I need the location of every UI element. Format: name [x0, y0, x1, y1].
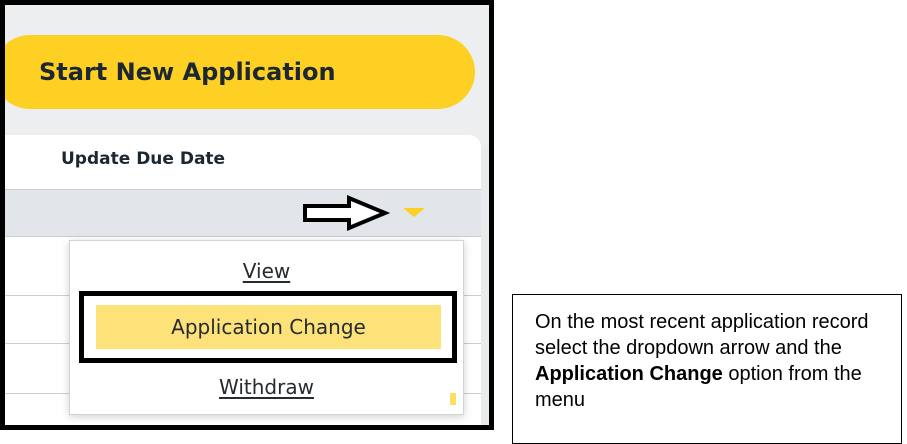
caret-down-icon[interactable]	[403, 208, 425, 217]
table-row-most-recent[interactable]	[5, 190, 481, 237]
callout-text-1: On the most recent application record se…	[535, 311, 869, 359]
screenshot-frame: Start New Application Update Due Date Vi…	[0, 0, 494, 430]
start-new-application-button[interactable]: Start New Application	[5, 35, 475, 109]
menu-item-application-change[interactable]: Application Change	[96, 305, 441, 349]
scroll-indicator	[450, 393, 456, 405]
right-arrow-icon	[303, 195, 391, 231]
callout-bold-text: Application Change	[535, 363, 723, 385]
column-header-update-due-date: Update Due Date	[61, 149, 226, 169]
menu-item-view[interactable]: View	[70, 259, 463, 283]
instruction-callout: On the most recent application record se…	[512, 294, 902, 444]
highlight-box: Application Change	[79, 291, 457, 363]
row-actions-menu: View Application Change Withdraw	[69, 240, 464, 415]
menu-item-withdraw[interactable]: Withdraw	[70, 375, 463, 399]
